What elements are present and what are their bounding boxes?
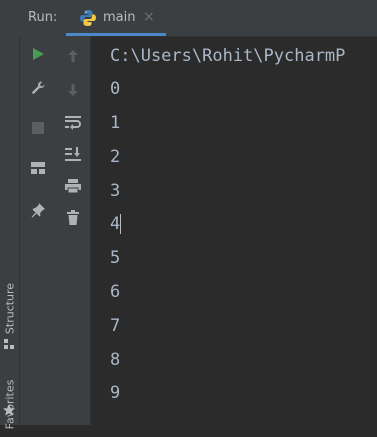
pin-tab-button[interactable] [27,199,49,221]
console-output[interactable]: C:\Users\Rohit\PycharmP 0 1 2 3 4 5 6 7 … [91,37,377,425]
trash-icon [67,210,79,225]
console-line: 8 [110,350,121,370]
run-tool-window-header: Run: main × [0,0,377,37]
python-icon [80,10,96,26]
structure-tab[interactable]: Structure [4,277,17,341]
stop-icon [32,122,44,134]
print-icon [65,179,81,194]
pin-icon [31,203,45,218]
console-line: 9 [110,383,121,403]
soft-wrap-button[interactable] [62,111,84,133]
tab-close-icon[interactable]: × [143,9,155,25]
print-button[interactable] [62,175,84,197]
previous-occurrence-button[interactable] [62,45,84,67]
run-icon [33,48,44,60]
soft-wrap-icon [65,116,81,130]
console-line: 3 [110,181,121,201]
stop-button[interactable] [27,117,49,139]
edit-configuration-button[interactable] [27,77,49,99]
console-line: 1 [110,113,121,133]
wrench-icon [31,81,45,95]
down-arrow-icon [68,84,78,96]
console-line: 4 [110,214,121,234]
run-toolbar-primary [20,36,56,425]
console-line: 0 [110,79,121,99]
layout-button[interactable] [27,157,49,179]
clear-all-button[interactable] [62,207,84,229]
console-line: 7 [110,316,121,336]
console-line: 2 [110,147,121,167]
up-arrow-icon [68,50,78,62]
console-line: 5 [110,248,121,268]
text-cursor [120,214,121,234]
structure-icon [4,339,14,349]
scroll-to-end-button[interactable] [62,143,84,165]
tab-main-label: main [103,10,136,25]
run-button[interactable] [27,43,49,65]
console-line: 6 [110,282,121,302]
run-toolbar-secondary [56,36,91,425]
layout-icon [31,162,45,174]
star-icon [3,404,15,416]
left-tool-stripe: Structure Favorites [0,36,20,429]
console-path-line: C:\Users\Rohit\PycharmP [110,46,346,66]
next-occurrence-button[interactable] [62,79,84,101]
run-label: Run: [28,10,58,25]
scroll-to-end-icon [65,147,81,161]
